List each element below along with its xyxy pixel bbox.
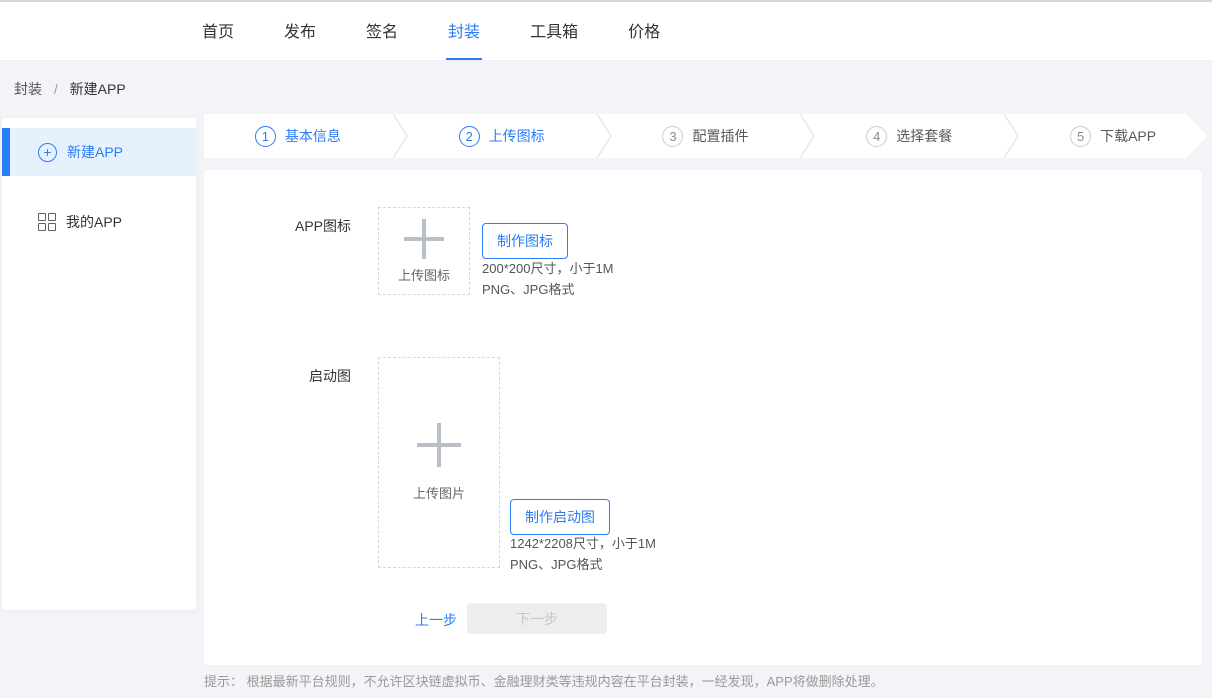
nav-item-toolbox[interactable]: 工具箱 — [528, 2, 580, 60]
step-label: 上传图标 — [489, 126, 545, 146]
step-label: 基本信息 — [285, 126, 341, 146]
sidebar-item-label: 新建APP — [67, 142, 123, 162]
splash-spec-line2: PNG、JPG格式 — [510, 554, 656, 575]
wizard-step-download-app: 5 下载APP — [1019, 114, 1207, 158]
footer-hint-label: 提示： — [204, 674, 243, 689]
footer-hint: 提示： 根据最新平台规则，不允许区块链虚拟币、金融理财类等违规内容在平台封装，一… — [204, 671, 884, 690]
app-icon-upload-box[interactable]: 上传图标 — [378, 207, 470, 295]
next-step-button[interactable]: 下一步 — [467, 603, 607, 634]
nav-item-sign[interactable]: 签名 — [364, 2, 400, 60]
breadcrumb-separator: / — [54, 81, 58, 97]
sidebar-item-label: 我的APP — [66, 212, 122, 232]
breadcrumb-current: 新建APP — [70, 81, 126, 97]
make-splash-button[interactable]: 制作启动图 — [510, 499, 610, 535]
step-number: 5 — [1070, 126, 1091, 147]
step-number: 2 — [459, 126, 480, 147]
sidebar-item-my-app[interactable]: 我的APP — [2, 198, 196, 246]
step-separator-chevron-icon — [1003, 114, 1019, 158]
nav-item-home[interactable]: 首页 — [200, 2, 236, 60]
wizard-step-select-package: 4 选择套餐 — [815, 114, 1003, 158]
wizard-step-upload-icon: 2 上传图标 — [408, 114, 596, 158]
splash-spec-line1: 1242*2208尺寸，小于1M — [510, 533, 656, 554]
upload-image-text: 上传图片 — [413, 483, 465, 502]
step-wizard: 1 基本信息 2 上传图标 3 配置插件 4 选择套餐 5 下载APP — [204, 114, 1207, 158]
make-icon-button[interactable]: 制作图标 — [482, 223, 568, 259]
sidebar: + 新建APP 我的APP — [2, 118, 196, 610]
upload-icon-text: 上传图标 — [398, 265, 450, 284]
breadcrumb: 封装 / 新建APP — [14, 79, 126, 99]
step-label: 下载APP — [1100, 126, 1156, 146]
step-number: 3 — [662, 126, 683, 147]
breadcrumb-section[interactable]: 封装 — [14, 81, 42, 97]
nav-item-publish[interactable]: 发布 — [282, 2, 318, 60]
wizard-step-basic-info: 1 基本信息 — [204, 114, 392, 158]
app-icon-label: APP图标 — [204, 216, 351, 236]
app-icon-spec-line2: PNG、JPG格式 — [482, 279, 614, 300]
grid-icon — [38, 213, 56, 231]
sidebar-item-new-app[interactable]: + 新建APP — [2, 128, 196, 176]
footer-hint-text: 根据最新平台规则，不允许区块链虚拟币、金融理财类等违规内容在平台封装，一经发现，… — [247, 674, 884, 689]
plus-icon — [417, 423, 461, 467]
prev-step-link[interactable]: 上一步 — [415, 610, 457, 630]
step-number: 4 — [866, 126, 887, 147]
app-icon-spec: 200*200尺寸，小于1M PNG、JPG格式 — [482, 258, 614, 300]
nav-item-package[interactable]: 封装 — [446, 2, 482, 60]
splash-label: 启动图 — [204, 366, 351, 386]
main-nav: 首页 发布 签名 封装 工具箱 价格 — [0, 2, 1212, 60]
main-panel: APP图标 上传图标 制作图标 200*200尺寸，小于1M PNG、JPG格式… — [204, 170, 1202, 665]
step-separator-chevron-icon — [799, 114, 815, 158]
app-root: 首页 发布 签名 封装 工具箱 价格 封装 / 新建APP + 新建APP 我的… — [0, 0, 1212, 698]
plus-circle-icon: + — [38, 143, 57, 162]
step-separator-chevron-icon — [596, 114, 612, 158]
splash-upload-box[interactable]: 上传图片 — [378, 357, 500, 568]
plus-icon — [404, 219, 444, 259]
step-label: 配置插件 — [692, 126, 748, 146]
app-icon-spec-line1: 200*200尺寸，小于1M — [482, 258, 614, 279]
wizard-step-configure-plugins: 3 配置插件 — [612, 114, 800, 158]
nav-item-price[interactable]: 价格 — [626, 2, 662, 60]
step-number: 1 — [255, 126, 276, 147]
step-separator-chevron-icon — [392, 114, 408, 158]
splash-spec: 1242*2208尺寸，小于1M PNG、JPG格式 — [510, 533, 656, 575]
top-header: 首页 发布 签名 封装 工具箱 价格 — [0, 0, 1212, 61]
step-label: 选择套餐 — [896, 126, 952, 146]
